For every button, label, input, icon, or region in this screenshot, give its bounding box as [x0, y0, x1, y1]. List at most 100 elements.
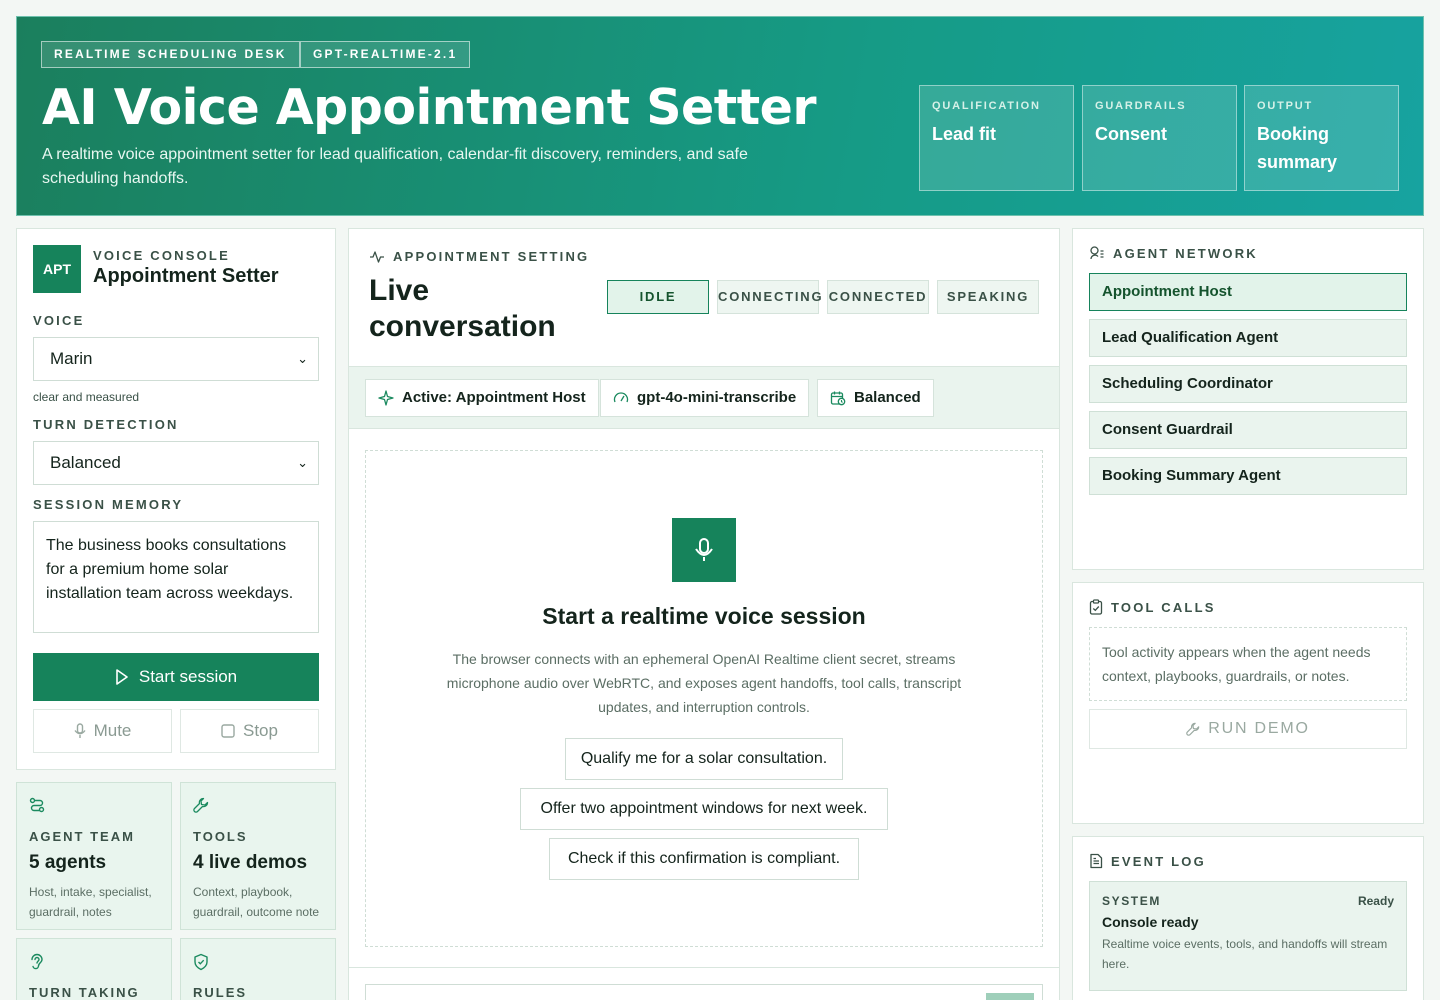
- agent-item-consent-guardrail[interactable]: Consent Guardrail: [1089, 411, 1407, 449]
- event-item-header: SYSTEM Ready: [1102, 894, 1394, 908]
- stat-value: Consent: [1095, 124, 1167, 144]
- event-body: Realtime voice events, tools, and handof…: [1102, 937, 1388, 971]
- agent-item-booking-summary[interactable]: Booking Summary Agent: [1089, 457, 1407, 495]
- start-session-button[interactable]: Start session: [33, 653, 319, 701]
- stat-card-output: OUTPUT Booking summary: [1244, 85, 1399, 191]
- empty-state-description: The browser connects with an ephemeral O…: [446, 651, 962, 715]
- turn-detection-select[interactable]: Balanced ⌄: [33, 441, 319, 485]
- agent-item-appointment-host[interactable]: Appointment Host: [1089, 273, 1407, 311]
- stat-value: Booking summary: [1257, 124, 1338, 172]
- hero-banner: REALTIME SCHEDULING DESK GPT-REALTIME-2.…: [16, 16, 1424, 216]
- agent-item-scheduling-coordinator[interactable]: Scheduling Coordinator: [1089, 365, 1407, 403]
- wrench-icon: [193, 797, 323, 817]
- mic-icon: [695, 538, 713, 561]
- chevron-down-icon: ⌄: [297, 455, 308, 470]
- session-memory-textarea[interactable]: The business books consultations for a p…: [33, 521, 319, 633]
- agent-item-lead-qualification[interactable]: Lead Qualification Agent: [1089, 319, 1407, 357]
- prompt-compliance-button[interactable]: Check if this confirmation is compliant.: [549, 838, 859, 880]
- turn-taking-card: TURN TAKING: [16, 938, 172, 1000]
- voice-select-value: Marin: [50, 349, 93, 368]
- event-status: Ready: [1357, 894, 1394, 908]
- tool-calls-panel: TOOL CALLS Tool activity appears when th…: [1072, 582, 1424, 824]
- run-demo-label: RUN DEMO: [1208, 720, 1310, 737]
- conversation-kicker-row: APPOINTMENT SETTING: [369, 249, 589, 264]
- file-text-icon: [1090, 853, 1103, 869]
- event-source: SYSTEM: [1102, 894, 1161, 908]
- session-info-strip: Active: Appointment Host gpt-4o-mini-tra…: [349, 366, 1059, 429]
- transcript-input[interactable]: [365, 984, 1043, 1000]
- bot-network-icon: [1090, 246, 1104, 260]
- stat-card-guardrails: GUARDRAILS Consent: [1082, 85, 1237, 191]
- stat-value: Lead fit: [932, 124, 997, 144]
- console-title: Appointment Setter: [93, 265, 279, 287]
- conversation-title: Live conversation: [369, 273, 556, 345]
- agent-network-header: AGENT NETWORK: [1089, 245, 1258, 261]
- send-button[interactable]: [986, 993, 1034, 1000]
- hero-chip-desk: REALTIME SCHEDULING DESK: [41, 41, 300, 68]
- chevron-down-icon: ⌄: [297, 351, 308, 366]
- mini-card-label: RULES: [193, 985, 248, 1000]
- page-title: AI Voice Appointment Setter: [42, 79, 817, 136]
- stat-label: OUTPUT: [1257, 100, 1314, 112]
- conversation-title-line2: conversation: [369, 310, 556, 343]
- mini-card-value: 4 live demos: [193, 852, 308, 873]
- tools-card: TOOLS 4 live demos Context, playbook, gu…: [180, 782, 336, 930]
- mini-card-desc: Host, intake, specialist, guardrail, not…: [29, 885, 152, 919]
- console-kicker: VOICE CONSOLE: [93, 248, 230, 263]
- turn-detection-label: TURN DETECTION: [33, 417, 179, 432]
- mic-icon: [74, 723, 86, 738]
- shield-check-icon: [193, 953, 323, 973]
- mini-card-label: TOOLS: [193, 829, 248, 844]
- conversation-title-line1: Live: [369, 274, 430, 307]
- run-demo-button[interactable]: RUN DEMO: [1089, 709, 1407, 749]
- prompt-windows-button[interactable]: Offer two appointment windows for next w…: [520, 788, 888, 830]
- turn-mode-label: Balanced: [854, 389, 921, 406]
- voice-hint: clear and measured: [33, 390, 140, 404]
- tool-calls-kicker: TOOL CALLS: [1111, 599, 1216, 615]
- empty-state-title: Start a realtime voice session: [542, 603, 866, 629]
- turn-detection-value: Balanced: [50, 453, 121, 472]
- rules-card: RULES: [180, 938, 336, 1000]
- mute-button[interactable]: Mute: [33, 709, 172, 753]
- stat-label: GUARDRAILS: [1095, 100, 1187, 112]
- status-connected: CONNECTED: [827, 280, 929, 314]
- event-log-kicker: EVENT LOG: [1111, 853, 1206, 869]
- status-speaking: SPEAKING: [937, 280, 1039, 314]
- divider: [349, 967, 1059, 968]
- event-log-header: EVENT LOG: [1089, 853, 1206, 869]
- conversation-panel: APPOINTMENT SETTING Live conversation ID…: [348, 228, 1060, 1000]
- agent-team-card: AGENT TEAM 5 agents Host, intake, specia…: [16, 782, 172, 930]
- mini-card-desc: Context, playbook, guardrail, outcome no…: [193, 885, 320, 919]
- hero-description: A realtime voice appointment setter for …: [42, 146, 748, 187]
- mic-button[interactable]: [672, 518, 736, 582]
- prompt-qualify-button[interactable]: Qualify me for a solar consultation.: [565, 738, 843, 780]
- console-badge: APT: [33, 245, 81, 293]
- mini-card-label: TURN TAKING: [29, 985, 140, 1000]
- stop-icon: [221, 724, 235, 738]
- session-memory-label: SESSION MEMORY: [33, 497, 184, 512]
- agent-network-kicker: AGENT NETWORK: [1113, 245, 1258, 261]
- start-session-label: Start session: [138, 667, 238, 686]
- turn-mode-pill: Balanced: [817, 379, 934, 417]
- voice-select[interactable]: Marin ⌄: [33, 337, 319, 381]
- stop-label: Stop: [243, 721, 278, 740]
- sparkle-icon: [378, 390, 394, 406]
- status-idle: IDLE: [607, 280, 709, 314]
- stat-card-qualification: QUALIFICATION Lead fit: [919, 85, 1074, 191]
- transcribe-model-pill: gpt-4o-mini-transcribe: [600, 379, 810, 417]
- activity-icon: [370, 250, 384, 263]
- calendar-clock-icon: [830, 391, 846, 406]
- gauge-icon: [613, 392, 629, 403]
- agent-network-panel: AGENT NETWORK Appointment Host Lead Qual…: [1072, 228, 1424, 570]
- ear-icon: [29, 953, 159, 973]
- conversation-kicker: APPOINTMENT SETTING: [393, 249, 590, 264]
- event-item: SYSTEM Ready Console ready Realtime voic…: [1089, 881, 1407, 991]
- transcribe-model-label: gpt-4o-mini-transcribe: [637, 389, 797, 406]
- stop-button[interactable]: Stop: [180, 709, 319, 753]
- status-connecting: CONNECTING: [717, 280, 822, 314]
- play-icon: [116, 669, 128, 685]
- mute-label: Mute: [93, 721, 132, 740]
- active-agent-label: Active: Appointment Host: [402, 389, 586, 406]
- event-title: Console ready: [1102, 914, 1199, 930]
- tool-calls-empty: Tool activity appears when the agent nee…: [1089, 627, 1407, 701]
